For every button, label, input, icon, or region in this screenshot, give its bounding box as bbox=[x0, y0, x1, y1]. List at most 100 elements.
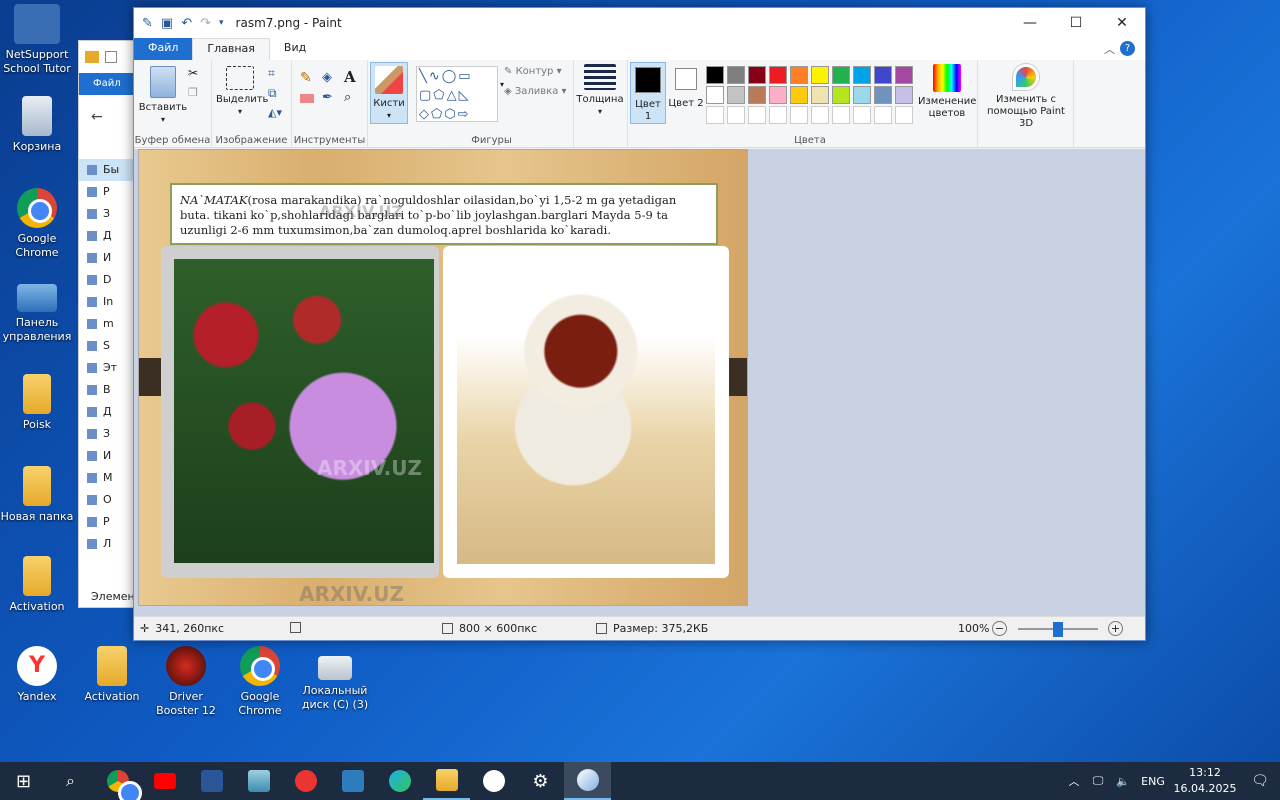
collapse-ribbon-icon[interactable]: ︿ bbox=[1104, 41, 1115, 57]
nav-item[interactable]: О bbox=[79, 489, 137, 511]
color-swatch[interactable] bbox=[895, 66, 913, 84]
color-swatch[interactable] bbox=[790, 66, 808, 84]
paste-button[interactable]: Вставить ▾ bbox=[138, 66, 188, 126]
taskbar-word[interactable] bbox=[188, 762, 235, 800]
color-picker-icon[interactable]: ✒ bbox=[322, 90, 333, 105]
magnifier-icon[interactable]: ⌕ bbox=[344, 90, 351, 105]
line-shape-icon[interactable]: ╲ bbox=[419, 69, 429, 84]
diamond-icon[interactable]: ◇ bbox=[419, 107, 431, 122]
desktop-icon-chrome[interactable]: Google Chrome bbox=[0, 188, 74, 260]
language-indicator[interactable]: ENG bbox=[1136, 775, 1170, 788]
color-swatch[interactable] bbox=[874, 106, 892, 124]
taskbar-settings[interactable]: ⚙ bbox=[517, 762, 564, 800]
brushes-button[interactable]: Кисти ▾ bbox=[370, 62, 408, 124]
nav-item[interactable]: m bbox=[79, 313, 137, 335]
nav-item[interactable]: Д bbox=[79, 401, 137, 423]
nav-item[interactable]: In bbox=[79, 291, 137, 313]
rounded-rect-icon[interactable]: ▢ bbox=[419, 88, 433, 103]
outline-button[interactable]: ✎ Контур ▾ bbox=[504, 66, 562, 77]
nav-item[interactable]: Л bbox=[79, 533, 137, 555]
desktop-icon-activation-2[interactable]: Activation bbox=[75, 646, 149, 704]
text-icon[interactable]: A bbox=[344, 68, 356, 86]
volume-icon[interactable]: 🔈 bbox=[1110, 775, 1136, 788]
fill-icon[interactable]: ◈ bbox=[322, 70, 332, 85]
clock[interactable]: 13:12 16.04.2025 bbox=[1170, 765, 1240, 797]
color-swatch[interactable] bbox=[748, 106, 766, 124]
pencil-icon[interactable]: ✎ bbox=[300, 70, 312, 86]
zoom-in-button[interactable]: + bbox=[1108, 621, 1123, 636]
customize-qat-icon[interactable]: ▾ bbox=[219, 18, 224, 28]
desktop-icon-new-folder[interactable]: Новая папка bbox=[0, 466, 74, 524]
color-swatch[interactable] bbox=[811, 66, 829, 84]
rectangle-shape-icon[interactable]: ▭ bbox=[458, 69, 472, 84]
desktop-icon-local-disk[interactable]: Локальный диск (C) (3) bbox=[298, 656, 372, 712]
resize-icon[interactable]: ⧉ bbox=[268, 86, 277, 101]
search-button[interactable]: ⌕ bbox=[47, 762, 94, 800]
nav-item[interactable]: Эт bbox=[79, 357, 137, 379]
close-button[interactable]: ✕ bbox=[1099, 8, 1145, 38]
taskbar-file-explorer[interactable] bbox=[423, 762, 470, 800]
nav-item[interactable]: В bbox=[79, 379, 137, 401]
color-swatch[interactable] bbox=[874, 86, 892, 104]
desktop-icon-recycle-bin[interactable]: Корзина bbox=[0, 96, 74, 154]
color-swatch[interactable] bbox=[853, 106, 871, 124]
taskbar-app[interactable] bbox=[235, 762, 282, 800]
color-swatch[interactable] bbox=[769, 66, 787, 84]
desktop-icon-driver-booster[interactable]: Driver Booster 12 bbox=[149, 646, 223, 718]
start-button[interactable]: ⊞ bbox=[0, 762, 47, 800]
cut-icon[interactable]: ✂ bbox=[188, 66, 198, 80]
taskbar-snipping[interactable] bbox=[329, 762, 376, 800]
taskbar-paint[interactable] bbox=[564, 762, 611, 800]
file-explorer-window[interactable]: Файл ← Бы Р З Д И D In m S Эт В Д З И М … bbox=[78, 40, 138, 608]
nav-item[interactable]: Р bbox=[79, 511, 137, 533]
fill-button[interactable]: ◈ Заливка ▾ bbox=[504, 86, 567, 97]
maximize-button[interactable]: ☐ bbox=[1053, 8, 1099, 38]
color-swatch[interactable] bbox=[727, 86, 745, 104]
color1-button[interactable]: Цвет 1 bbox=[630, 62, 666, 124]
oval-shape-icon[interactable]: ◯ bbox=[442, 69, 459, 84]
zoom-slider-thumb[interactable] bbox=[1053, 622, 1063, 637]
triangle-icon[interactable]: △ bbox=[447, 88, 459, 103]
color-swatch[interactable] bbox=[853, 86, 871, 104]
color2-button[interactable]: Цвет 2 bbox=[668, 62, 704, 124]
shapes-gallery[interactable]: ╲∿◯▭ ▢⬠△◺ ◇⬠⬡⇨ bbox=[416, 66, 498, 122]
color-swatch[interactable] bbox=[811, 106, 829, 124]
arrow-shape-icon[interactable]: ⇨ bbox=[458, 107, 471, 122]
crop-icon[interactable]: ⌗ bbox=[268, 66, 275, 81]
taskbar-chrome[interactable] bbox=[94, 762, 142, 800]
tab-view[interactable]: Вид bbox=[270, 38, 320, 60]
color-swatch[interactable] bbox=[769, 86, 787, 104]
eraser-icon[interactable] bbox=[300, 94, 314, 103]
pentagon-icon[interactable]: ⬠ bbox=[431, 107, 444, 122]
color-swatch[interactable] bbox=[727, 106, 745, 124]
paint3d-button[interactable]: Изменить с помощью Paint 3D bbox=[980, 64, 1072, 130]
color-swatch[interactable] bbox=[706, 66, 724, 84]
desktop-icon-activation[interactable]: Activation bbox=[0, 556, 74, 614]
help-icon[interactable]: ? bbox=[1120, 41, 1135, 56]
color-swatch[interactable] bbox=[832, 106, 850, 124]
minimize-button[interactable]: — bbox=[1007, 8, 1053, 38]
desktop-icon-control-panel[interactable]: Панель управления bbox=[0, 284, 74, 344]
color-swatch[interactable] bbox=[706, 106, 724, 124]
save-icon[interactable]: ▣ bbox=[161, 16, 173, 31]
desktop-icon-chrome-2[interactable]: Google Chrome bbox=[223, 646, 297, 718]
color-swatch[interactable] bbox=[748, 66, 766, 84]
polygon-icon[interactable]: ⬠ bbox=[433, 88, 446, 103]
image-canvas[interactable]: NA`MATAK(rosa marakandika) ra`noguldoshl… bbox=[138, 149, 748, 606]
rotate-icon[interactable]: ◭▾ bbox=[268, 106, 282, 119]
nav-item[interactable]: Д bbox=[79, 225, 137, 247]
color-swatch[interactable] bbox=[895, 106, 913, 124]
edit-colors-button[interactable]: Изменение цветов bbox=[918, 64, 976, 120]
network-icon[interactable]: 🖵 bbox=[1086, 774, 1110, 788]
tab-file[interactable]: Файл bbox=[134, 38, 193, 60]
color-swatch[interactable] bbox=[748, 86, 766, 104]
taskbar-yandex-browser[interactable] bbox=[282, 762, 329, 800]
nav-item[interactable]: И bbox=[79, 445, 137, 467]
color-swatch[interactable] bbox=[832, 86, 850, 104]
show-hidden-icons[interactable]: ︿ bbox=[1062, 773, 1086, 789]
hexagon-icon[interactable]: ⬡ bbox=[444, 107, 457, 122]
taskbar-youtube[interactable] bbox=[141, 762, 188, 800]
select-button[interactable]: Выделить ▾ bbox=[216, 66, 268, 118]
zoom-out-button[interactable]: − bbox=[992, 621, 1007, 636]
taskbar-edge[interactable] bbox=[376, 762, 423, 800]
